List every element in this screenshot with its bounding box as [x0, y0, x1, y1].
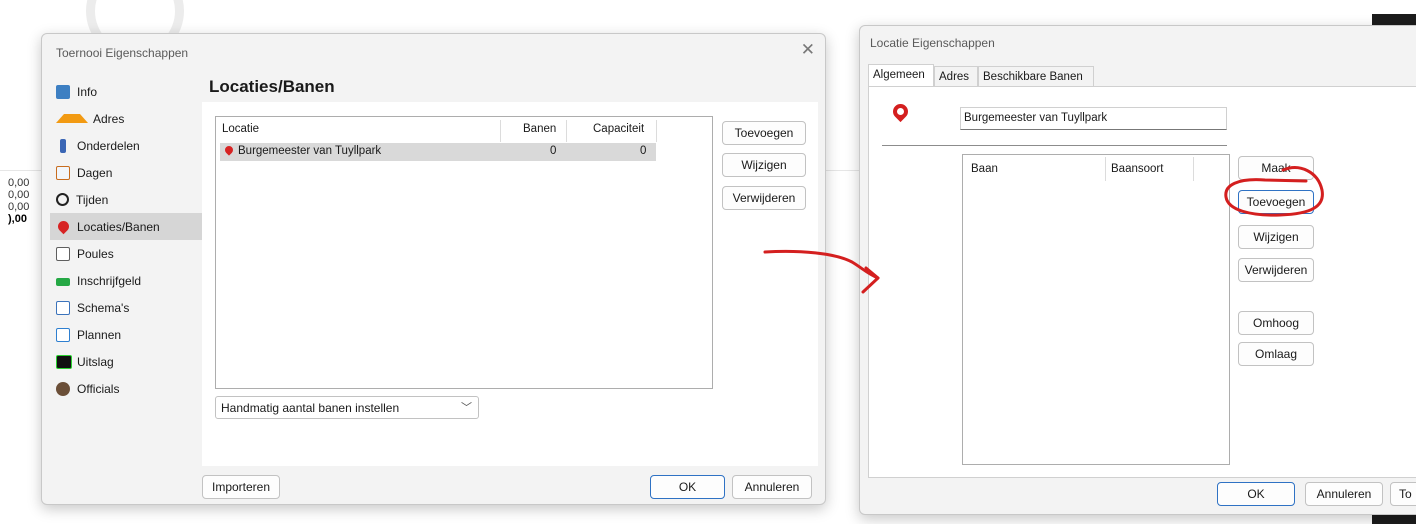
- sidebar-item-label: Uitslag: [77, 354, 114, 369]
- sidebar-item-adres[interactable]: Adres: [50, 105, 202, 132]
- column-header-baan[interactable]: Baan: [971, 163, 998, 175]
- ok-button[interactable]: OK: [650, 475, 725, 499]
- column-divider: [500, 120, 501, 142]
- toevoegen-button[interactable]: Toevoegen: [722, 121, 806, 145]
- input-value: Burgemeester van Tuyllpark: [964, 112, 1108, 124]
- sidebar-item-label: Poules: [77, 246, 114, 261]
- location-pin-icon: [55, 218, 72, 235]
- column-divider: [656, 120, 657, 142]
- sidebar-item-poules[interactable]: Poules: [50, 240, 202, 267]
- chevron-down-icon: ﹀: [461, 402, 472, 414]
- annuleren-button[interactable]: Annuleren: [732, 475, 812, 499]
- dialog-title: Locatie Eigenschappen: [870, 36, 995, 50]
- dialog-title: Toernooi Eigenschappen: [56, 46, 189, 60]
- toevoegen-button[interactable]: Toevoegen: [1238, 190, 1314, 214]
- sidebar-item-label: Officials: [77, 381, 120, 396]
- background-value: ),00: [8, 213, 27, 225]
- money-icon: [56, 277, 70, 286]
- dice-icon: [56, 246, 70, 261]
- background-value: 0,00: [8, 189, 30, 201]
- locations-table[interactable]: Locatie Banen Capaciteit Burgemeester va…: [215, 116, 713, 389]
- location-name-input[interactable]: Burgemeester van Tuyllpark: [960, 107, 1227, 130]
- importeren-button[interactable]: Importeren: [202, 475, 280, 499]
- parts-icon: [60, 138, 66, 153]
- sidebar-item-label: Inschrijfgeld: [77, 273, 142, 288]
- calendar-icon: [56, 165, 70, 180]
- banen-mode-select[interactable]: Handmatig aantal banen instellen ﹀: [215, 396, 479, 419]
- omhoog-button[interactable]: Omhoog: [1238, 311, 1314, 335]
- sidebar-item-label: Tijden: [76, 192, 109, 207]
- column-header-banen[interactable]: Banen: [523, 123, 556, 135]
- sidebar-item-label: Schema's: [77, 300, 130, 315]
- column-header-baansoort[interactable]: Baansoort: [1111, 163, 1163, 175]
- omlaag-button[interactable]: Omlaag: [1238, 342, 1314, 366]
- wijzigen-button[interactable]: Wijzigen: [722, 153, 806, 177]
- sidebar-item-schemas[interactable]: Schema's: [50, 294, 202, 321]
- column-divider: [1105, 157, 1106, 181]
- schema-icon: [56, 300, 70, 315]
- sidebar-item-plannen[interactable]: Plannen: [50, 321, 202, 348]
- sidebar-item-label: Dagen: [77, 165, 113, 180]
- column-divider: [1193, 157, 1194, 181]
- scoreboard-icon: [56, 354, 72, 369]
- maak-button[interactable]: Maak: [1238, 156, 1314, 180]
- banen-table[interactable]: Baan Baansoort: [962, 154, 1230, 465]
- column-divider: [566, 120, 567, 142]
- toepassen-button[interactable]: To: [1390, 482, 1416, 506]
- tab-adres[interactable]: Adres: [934, 66, 978, 86]
- wijzigen-button[interactable]: Wijzigen: [1238, 225, 1314, 249]
- background-value: 0,00: [8, 177, 30, 189]
- close-icon[interactable]: ✕: [801, 40, 815, 60]
- info-icon: [56, 84, 70, 99]
- cell-banen: 0: [550, 145, 557, 157]
- table-row[interactable]: Burgemeester van Tuyllpark 0 0: [220, 143, 656, 161]
- home-icon: [56, 114, 88, 123]
- user-icon: [56, 381, 70, 396]
- cell-locatie: Burgemeester van Tuyllpark: [238, 145, 382, 157]
- page-title: Locaties/Banen: [209, 77, 335, 96]
- sidebar-item-onderdelen[interactable]: Onderdelen: [50, 132, 202, 159]
- sidebar-item-info[interactable]: Info: [50, 78, 202, 105]
- sidebar-nav: Info Adres Onderdelen Dagen Tijden Locat…: [50, 78, 202, 402]
- annuleren-button[interactable]: Annuleren: [1305, 482, 1383, 506]
- sidebar-item-label: Plannen: [77, 327, 122, 342]
- sidebar-item-label: Locaties/Banen: [77, 219, 160, 234]
- ok-button[interactable]: OK: [1217, 482, 1295, 506]
- sidebar-item-inschrijfgeld[interactable]: Inschrijfgeld: [50, 267, 202, 294]
- select-value: Handmatig aantal banen instellen: [221, 401, 400, 415]
- location-pin-icon: [223, 144, 235, 156]
- sidebar-item-label: Adres: [93, 111, 125, 126]
- tab-algemeen[interactable]: Algemeen: [868, 64, 934, 86]
- sidebar-item-locaties-banen[interactable]: Locaties/Banen: [50, 213, 202, 240]
- sidebar-item-dagen[interactable]: Dagen: [50, 159, 202, 186]
- column-header-locatie[interactable]: Locatie: [222, 123, 259, 135]
- planning-icon: [56, 327, 70, 342]
- table-header: Locatie Banen Capaciteit: [216, 120, 657, 142]
- tab-beschikbare-banen[interactable]: Beschikbare Banen: [978, 66, 1094, 86]
- sidebar-item-label: Onderdelen: [77, 138, 140, 153]
- sidebar-item-label: Info: [77, 84, 98, 99]
- sidebar-item-uitslag[interactable]: Uitslag: [50, 348, 202, 375]
- separator: [882, 145, 1227, 146]
- cell-capaciteit: 0: [640, 145, 647, 157]
- background-values: 0,00 0,00 0,00 ),00: [8, 177, 29, 225]
- clock-icon: [56, 193, 69, 206]
- verwijderen-button[interactable]: Verwijderen: [722, 186, 806, 210]
- background-value: 0,00: [8, 201, 30, 213]
- locatie-eigenschappen-dialog: Locatie Eigenschappen Algemeen Adres Bes…: [859, 25, 1416, 515]
- column-header-capaciteit[interactable]: Capaciteit: [593, 123, 644, 135]
- verwijderen-button[interactable]: Verwijderen: [1238, 258, 1314, 282]
- toernooi-eigenschappen-dialog: Toernooi Eigenschappen ✕ Info Adres Onde…: [41, 33, 826, 505]
- sidebar-item-officials[interactable]: Officials: [50, 375, 202, 402]
- sidebar-item-tijden[interactable]: Tijden: [50, 186, 202, 213]
